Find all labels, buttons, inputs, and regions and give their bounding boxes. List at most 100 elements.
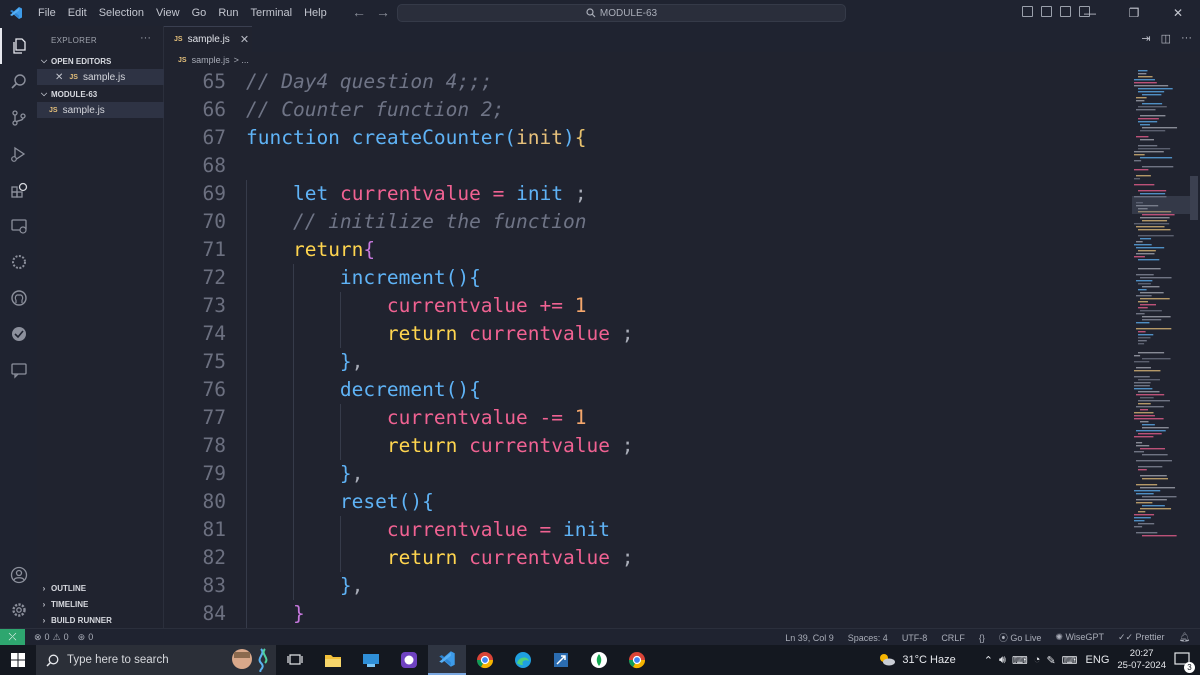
minimize-icon[interactable]: — bbox=[1068, 6, 1112, 20]
code-line[interactable]: 67 function createCounter(init){ bbox=[164, 124, 1132, 152]
vscode-taskbar-icon[interactable] bbox=[428, 645, 466, 675]
menu-terminal[interactable]: Terminal bbox=[245, 7, 299, 19]
pen-icon[interactable]: ✎ bbox=[1046, 654, 1055, 667]
menu-selection[interactable]: Selection bbox=[93, 7, 150, 19]
code-line[interactable]: 80 reset(){ bbox=[164, 488, 1132, 516]
manage-gear-icon[interactable] bbox=[0, 592, 37, 628]
prettier-button[interactable]: ✓✓ Prettier bbox=[1118, 632, 1165, 643]
edge-icon[interactable] bbox=[504, 645, 542, 675]
github-icon[interactable] bbox=[0, 280, 37, 316]
menu-edit[interactable]: Edit bbox=[62, 7, 93, 19]
weather-icon[interactable] bbox=[878, 652, 896, 669]
command-center[interactable]: MODULE-63 bbox=[397, 4, 846, 22]
mongodb-compass-icon[interactable] bbox=[580, 645, 618, 675]
language-indicator[interactable]: ENG bbox=[1086, 654, 1110, 666]
windows-start-icon[interactable] bbox=[0, 645, 36, 675]
search-icon[interactable] bbox=[0, 64, 37, 100]
source-control-icon[interactable] bbox=[0, 100, 37, 136]
settings-sync-icon[interactable] bbox=[0, 244, 37, 280]
close-icon[interactable]: ✕ bbox=[1156, 6, 1200, 20]
menu-view[interactable]: View bbox=[150, 7, 186, 19]
network-icon[interactable]: ⌨ bbox=[1012, 654, 1028, 667]
code-line[interactable]: 81 currentvalue = init bbox=[164, 516, 1132, 544]
remote-explorer-icon[interactable] bbox=[0, 208, 37, 244]
vscode-logo-icon[interactable] bbox=[0, 0, 32, 26]
weather-text[interactable]: 31°C Haze bbox=[902, 654, 955, 666]
language-braces-icon[interactable]: {} bbox=[979, 633, 985, 643]
back-arrow-icon[interactable]: ← bbox=[352, 4, 366, 20]
minimap-viewport[interactable] bbox=[1132, 196, 1190, 214]
file-tree-item[interactable]: JS sample.js bbox=[37, 102, 164, 118]
notification-center-icon[interactable]: 3 bbox=[1174, 651, 1195, 673]
tab-sample-js[interactable]: JS sample.js ✕ bbox=[164, 26, 252, 52]
toggle-sidebar-icon[interactable] bbox=[1022, 6, 1033, 17]
minimap[interactable] bbox=[1132, 68, 1190, 628]
timeline-section[interactable]: › TIMELINE bbox=[37, 596, 164, 612]
folder-section[interactable]: ⌵ MODULE-63 bbox=[37, 86, 164, 102]
forward-arrow-icon[interactable]: → bbox=[376, 4, 390, 20]
wifi-icon[interactable]: ◔ bbox=[1034, 654, 1041, 666]
menu-file[interactable]: File bbox=[32, 7, 62, 19]
tab-close-icon[interactable]: ✕ bbox=[240, 33, 249, 46]
clock[interactable]: 20:27 25-07-2024 bbox=[1117, 648, 1166, 672]
code-line[interactable]: 66 // Counter function 2; bbox=[164, 96, 1132, 124]
code-line[interactable]: 79 }, bbox=[164, 460, 1132, 488]
code-line[interactable]: 73 currentvalue += 1 bbox=[164, 292, 1132, 320]
chrome-icon[interactable] bbox=[618, 645, 656, 675]
testing-icon[interactable] bbox=[0, 316, 37, 352]
build-runner-section[interactable]: › BUILD RUNNER bbox=[37, 612, 164, 628]
keyboard-icon[interactable]: ⌨ bbox=[1062, 654, 1078, 667]
code-line[interactable]: 69 let currentvalue = init ; bbox=[164, 180, 1132, 208]
open-editor-item[interactable]: ✕ JS sample.js bbox=[37, 69, 164, 85]
code-line[interactable]: 76 decrement(){ bbox=[164, 376, 1132, 404]
more-actions-icon[interactable]: ··· bbox=[1181, 32, 1192, 45]
show-hidden-icons-icon[interactable]: ⌃ bbox=[984, 654, 993, 667]
azure-data-studio-icon[interactable] bbox=[352, 645, 390, 675]
breadcrumb-file[interactable]: sample.js bbox=[192, 55, 230, 65]
go-live-button[interactable]: ⦿ Go Live bbox=[999, 631, 1042, 644]
open-editors-section[interactable]: ⌵ OPEN EDITORS bbox=[37, 53, 164, 69]
breadcrumb-rest[interactable]: > ... bbox=[234, 55, 249, 65]
split-editor-icon[interactable]: ◫ bbox=[1161, 32, 1171, 45]
menu-help[interactable]: Help bbox=[298, 7, 333, 19]
cursor-position[interactable]: Ln 39, Col 9 bbox=[785, 633, 834, 643]
run-debug-icon[interactable] bbox=[0, 136, 37, 172]
close-icon[interactable]: ✕ bbox=[55, 72, 63, 83]
explorer-icon[interactable] bbox=[0, 28, 37, 64]
more-actions-icon[interactable]: ··· bbox=[140, 32, 151, 44]
chrome-profile-icon[interactable] bbox=[466, 645, 504, 675]
encoding[interactable]: UTF-8 bbox=[902, 633, 928, 643]
code-line[interactable]: 68 bbox=[164, 152, 1132, 180]
code-line[interactable]: 78 return currentvalue ; bbox=[164, 432, 1132, 460]
code-line[interactable]: 82 return currentvalue ; bbox=[164, 544, 1132, 572]
problems-indicator[interactable]: ⊗ 0 ⚠ 0 bbox=[34, 632, 69, 643]
outline-section[interactable]: › OUTLINE bbox=[37, 580, 164, 596]
ports-indicator[interactable]: ⊛ 0 bbox=[78, 632, 94, 643]
code-line[interactable]: 84 } bbox=[164, 600, 1132, 628]
accounts-icon[interactable] bbox=[0, 557, 37, 593]
menu-go[interactable]: Go bbox=[186, 7, 213, 19]
code-line[interactable]: 72 increment(){ bbox=[164, 264, 1132, 292]
file-explorer-icon[interactable] bbox=[314, 645, 352, 675]
task-view-icon[interactable] bbox=[276, 645, 314, 675]
indentation[interactable]: Spaces: 4 bbox=[848, 633, 888, 643]
scrollbar-thumb[interactable] bbox=[1190, 176, 1198, 220]
code-line[interactable]: 74 return currentvalue ; bbox=[164, 320, 1132, 348]
toggle-panel-icon[interactable] bbox=[1041, 6, 1052, 17]
end-of-line[interactable]: CRLF bbox=[941, 633, 965, 643]
editor-scrollbar[interactable] bbox=[1190, 68, 1200, 628]
open-changes-icon[interactable]: ⇥ bbox=[1141, 32, 1150, 45]
remote-indicator-icon[interactable]: ⤫ bbox=[0, 628, 25, 646]
notifications-bell-icon[interactable]: 🔔︎ bbox=[1179, 632, 1190, 643]
code-line[interactable]: 77 currentvalue -= 1 bbox=[164, 404, 1132, 432]
menu-run[interactable]: Run bbox=[212, 7, 244, 19]
taskbar-search[interactable]: Type here to search bbox=[36, 645, 276, 675]
extensions-icon[interactable] bbox=[0, 172, 37, 208]
code-editor[interactable]: 65 // Day4 question 4;;; 66 // Counter func… bbox=[164, 68, 1132, 628]
volume-icon[interactable]: 🔊︎ bbox=[999, 654, 1006, 667]
code-line[interactable]: 65 // Day4 question 4;;; bbox=[164, 68, 1132, 96]
github-desktop-icon[interactable] bbox=[390, 645, 428, 675]
code-line[interactable]: 83 }, bbox=[164, 572, 1132, 600]
remote-desktop-icon[interactable] bbox=[542, 645, 580, 675]
code-line[interactable]: 71 return{ bbox=[164, 236, 1132, 264]
